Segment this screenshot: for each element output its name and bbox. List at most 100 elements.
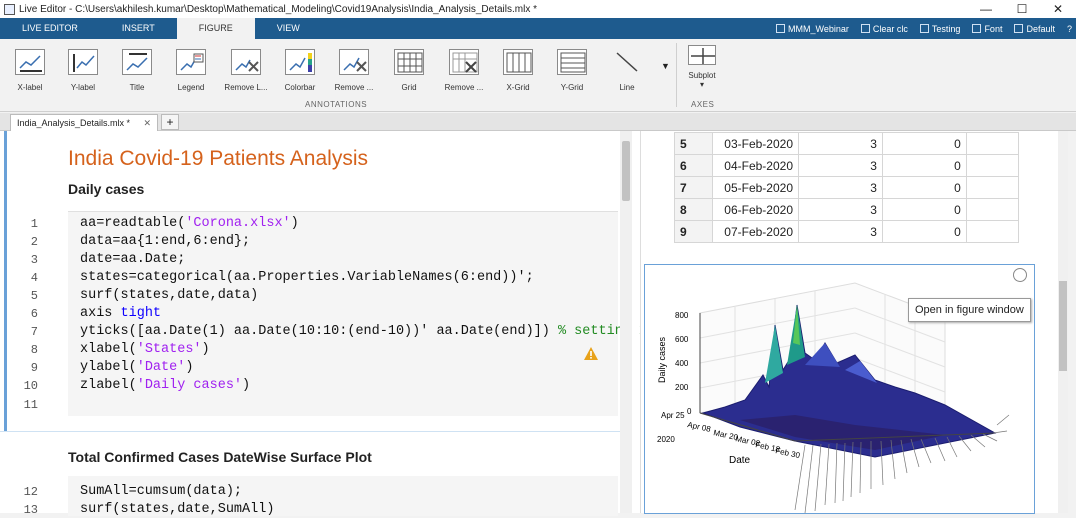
line-number: 7	[30, 325, 38, 339]
favorite-default[interactable]: Default	[1014, 24, 1055, 34]
code-line[interactable]: axis tight	[80, 306, 161, 321]
line-number: 1	[30, 217, 38, 231]
value-cell: 0	[881, 154, 967, 177]
section-heading-2: Total Confirmed Cases DateWise Surface P…	[68, 449, 372, 465]
line-number: 3	[30, 253, 38, 267]
code-line[interactable]: xlabel('States')	[80, 342, 210, 357]
code-line[interactable]: data=aa{1:end,6:end};	[80, 234, 250, 249]
scrollbar-thumb[interactable]	[622, 141, 630, 201]
remove-grid-button[interactable]: Remove ...	[438, 45, 490, 97]
value-cell: 3	[798, 132, 883, 155]
code-line[interactable]: date=aa.Date;	[80, 252, 185, 267]
row-index: 6	[674, 154, 713, 177]
live-editor-pane[interactable]: India Covid-19 Patients Analysis Daily c…	[0, 131, 647, 517]
document-tab[interactable]: India_Analysis_Details.mlx * ✕	[10, 114, 158, 131]
date-cell: 04-Feb-2020	[712, 154, 799, 177]
z-tick: 200	[675, 383, 689, 392]
table-row: 6 04-Feb-2020 3 0	[674, 154, 1020, 177]
quick-access-toolbar: MMM_Webinar Clear clc Testing Font Defau…	[776, 18, 1072, 39]
line-number: 10	[23, 379, 38, 393]
z-tick: 600	[675, 335, 689, 344]
line-button[interactable]: Line	[601, 45, 653, 97]
date-cell: 05-Feb-2020	[712, 176, 799, 199]
ylabel-button[interactable]: Y-label	[57, 45, 109, 97]
tab-figure[interactable]: FIGURE	[176, 18, 255, 39]
favorite-icon	[1014, 24, 1024, 33]
empty-cell	[965, 132, 1020, 155]
code-line[interactable]: SumAll=cumsum(data);	[80, 484, 242, 499]
grid-button[interactable]: Grid	[383, 45, 435, 97]
title-button[interactable]: Title	[111, 45, 163, 97]
subplot-button[interactable]: Subplot ▾	[676, 45, 728, 97]
line-gutter	[0, 131, 44, 513]
section-heading: Daily cases	[68, 181, 145, 197]
code-block-2[interactable]: SumAll=cumsum(data); surf(states,date,Su…	[68, 476, 618, 517]
table-row: 7 05-Feb-2020 3 0	[674, 176, 1020, 199]
group-axes-label: AXES	[691, 100, 715, 109]
favorite-clear-clc[interactable]: Clear clc	[860, 24, 908, 34]
z-tick: 0	[687, 407, 692, 416]
z-tick: 400	[675, 359, 689, 368]
close-tab-icon[interactable]: ✕	[143, 115, 151, 131]
xgrid-button[interactable]: X-Grid	[492, 45, 544, 97]
ribbon: X-label Y-label Title Legend Remove L...…	[0, 39, 1076, 112]
minimize-button[interactable]: —	[968, 0, 1004, 18]
remove-colorbar-button[interactable]: Remove ...	[328, 45, 380, 97]
code-line[interactable]: zlabel('Daily cases')	[80, 378, 250, 393]
ygrid-button[interactable]: Y-Grid	[546, 45, 598, 97]
close-window-button[interactable]: ✕	[1040, 0, 1076, 18]
z-axis-label: Daily cases	[657, 336, 667, 383]
empty-cell	[965, 198, 1020, 221]
document-title: India Covid-19 Patients Analysis	[68, 147, 368, 170]
table-row: 5 03-Feb-2020 3 0	[674, 132, 1020, 155]
colorbar-button[interactable]: Colorbar	[274, 45, 326, 97]
favorite-font[interactable]: Font	[972, 24, 1002, 34]
value-cell: 3	[798, 220, 883, 243]
row-index: 5	[674, 132, 713, 155]
favorite-testing[interactable]: Testing	[919, 24, 960, 34]
data-table: 5 03-Feb-2020 3 0 6 04-Feb-2020 3 0 7 05-Feb-2020…	[674, 132, 1020, 243]
code-line[interactable]: ylabel('Date')	[80, 360, 193, 375]
tab-view[interactable]: VIEW	[255, 18, 322, 39]
table-row: 8 06-Feb-2020 3 0	[674, 198, 1020, 221]
line-number: 8	[30, 343, 38, 357]
empty-cell	[965, 220, 1020, 243]
line-number: 6	[30, 307, 38, 321]
date-cell: 03-Feb-2020	[712, 132, 799, 155]
warning-icon[interactable]	[583, 346, 599, 361]
code-line[interactable]: surf(states,date,SumAll)	[80, 502, 274, 517]
new-tab-button[interactable]: +	[161, 114, 179, 130]
year-label: 2020	[657, 435, 675, 444]
legend-button[interactable]: Legend	[165, 45, 217, 97]
favorite-mmm-webinar[interactable]: MMM_Webinar	[776, 24, 849, 34]
tab-insert[interactable]: INSERT	[100, 18, 177, 39]
subplot-dropdown-icon: ▾	[699, 80, 704, 89]
output-pane[interactable]: 5 03-Feb-2020 3 0 6 04-Feb-2020 3 0 7 05-Feb-2020…	[640, 131, 1058, 514]
title-bar: Live Editor - C:\Users\akhilesh.kumar\De…	[0, 0, 1076, 18]
favorite-icon	[860, 24, 870, 33]
line-number: 12	[23, 485, 38, 499]
value-cell: 0	[881, 176, 967, 199]
z-tick: 800	[675, 311, 689, 320]
date-tick: Apr 25	[661, 411, 685, 420]
code-block[interactable]: aa=readtable('Corona.xlsx') data=aa{1:en…	[68, 211, 647, 416]
editor-scrollbar[interactable]	[620, 131, 632, 513]
tab-live-editor[interactable]: LIVE EDITOR	[0, 18, 100, 39]
remove-legend-button[interactable]: Remove L...	[220, 45, 272, 97]
scrollbar-thumb[interactable]	[1059, 281, 1067, 371]
help-icon[interactable]: ?	[1067, 24, 1072, 34]
row-index: 8	[674, 198, 713, 221]
open-figure-icon[interactable]	[1013, 268, 1027, 282]
table-row: 9 07-Feb-2020 3 0	[674, 220, 1020, 243]
row-index: 7	[674, 176, 713, 199]
xlabel-button[interactable]: X-label	[4, 45, 56, 97]
code-line[interactable]: aa=readtable('Corona.xlsx')	[80, 216, 299, 231]
code-line[interactable]: states=categorical(aa.Properties.Variabl…	[80, 270, 534, 285]
line-number: 13	[23, 503, 38, 517]
code-line[interactable]: surf(states,date,data)	[80, 288, 258, 303]
group-annotations-label: ANNOTATIONS	[305, 100, 368, 109]
code-line[interactable]: yticks([aa.Date(1) aa.Date(10:10:(end-10…	[80, 324, 647, 339]
gallery-more-icon[interactable]: ▼	[661, 61, 670, 71]
maximize-button[interactable]: ☐	[1004, 0, 1040, 18]
output-scrollbar[interactable]	[1058, 131, 1068, 513]
